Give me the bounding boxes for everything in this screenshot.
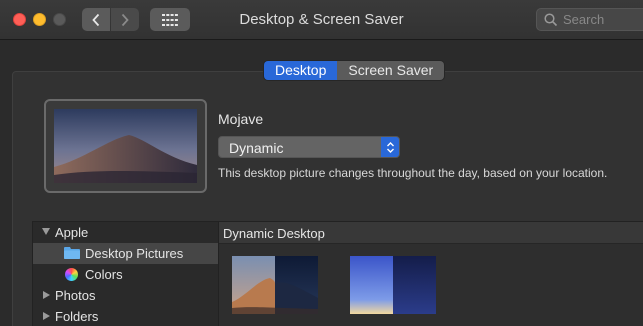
- mojave-preview-image: [54, 109, 197, 183]
- tab-screen-saver[interactable]: Screen Saver: [337, 61, 445, 80]
- source-item-label: Apple: [55, 225, 89, 240]
- section-header: Dynamic Desktop: [219, 222, 643, 244]
- mojave-thumbnail-image: [232, 256, 318, 314]
- wallpaper-description: This desktop picture changes throughout …: [218, 166, 608, 180]
- source-item-label: Colors: [85, 267, 123, 282]
- search-input[interactable]: [563, 12, 643, 27]
- picture-browser: Dynamic Desktop: [218, 221, 643, 326]
- wallpaper-mode-value: Dynamic: [229, 140, 284, 156]
- source-item-apple[interactable]: Apple: [33, 222, 218, 243]
- forward-button[interactable]: [111, 8, 139, 31]
- source-item-photos[interactable]: Photos: [33, 285, 218, 306]
- wallpaper-mode-select[interactable]: Dynamic: [218, 136, 400, 158]
- search-icon: [544, 12, 558, 26]
- grid-icon: [162, 13, 178, 26]
- source-item-desktop-pictures[interactable]: Desktop Pictures: [33, 243, 218, 264]
- source-item-colors[interactable]: Colors: [33, 264, 218, 285]
- thumbnail-mojave[interactable]: [232, 256, 318, 314]
- solar-gradients-thumbnail-image: [350, 256, 436, 314]
- chevron-left-icon: [92, 13, 100, 26]
- source-item-label: Photos: [55, 288, 96, 303]
- source-list: Apple Desktop Pictures Colors Photos Fol…: [32, 221, 219, 326]
- close-window-button[interactable]: [13, 13, 26, 26]
- source-item-folders[interactable]: Folders: [33, 306, 218, 326]
- color-wheel-icon: [65, 268, 78, 281]
- search-field[interactable]: [536, 8, 643, 31]
- disclosure-triangle-icon[interactable]: [43, 291, 50, 299]
- folder-icon: [64, 247, 80, 259]
- disclosure-triangle-icon[interactable]: [43, 312, 50, 320]
- zoom-window-button[interactable]: [53, 13, 66, 26]
- minimize-window-button[interactable]: [33, 13, 46, 26]
- popup-chevron-icon: [381, 137, 399, 157]
- disclosure-triangle-icon[interactable]: [42, 228, 50, 235]
- chevron-right-icon: [121, 13, 129, 26]
- back-button[interactable]: [82, 8, 110, 31]
- tab-bar: Desktop Screen Saver: [263, 60, 446, 81]
- thumbnail-solar-gradients[interactable]: [350, 256, 436, 314]
- wallpaper-preview: [44, 99, 207, 193]
- show-all-button[interactable]: [150, 8, 190, 31]
- tab-desktop[interactable]: Desktop: [264, 61, 338, 80]
- source-item-label: Desktop Pictures: [85, 246, 184, 261]
- wallpaper-name: Mojave: [218, 111, 264, 127]
- title-bar: Desktop & Screen Saver: [0, 0, 643, 40]
- source-item-label: Folders: [55, 309, 99, 324]
